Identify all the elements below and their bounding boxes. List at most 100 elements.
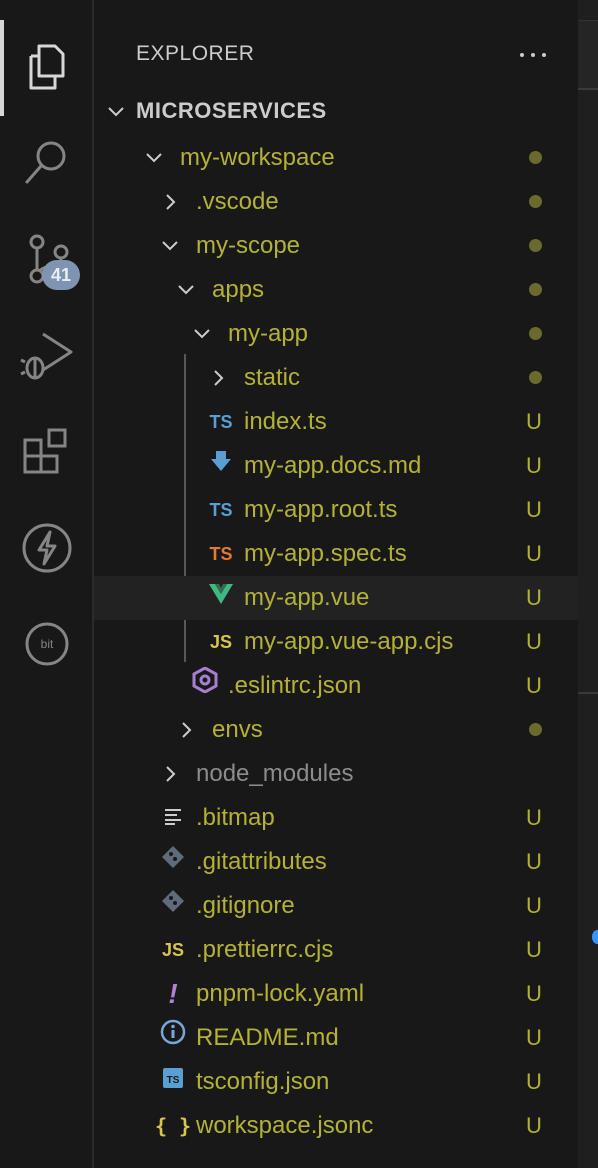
- tree-item-label: my-app.vue-app.cjs: [244, 628, 454, 655]
- explorer-sidebar: EXPLORER MICROSERVICES my-workspace .vsco…: [94, 0, 578, 1168]
- chevron-right-icon[interactable]: [174, 718, 198, 742]
- git-status-badge: U: [526, 453, 542, 478]
- modified-indicator-dot: [529, 239, 542, 252]
- tree-item-label: .gitignore: [196, 892, 295, 919]
- tree-file-row[interactable]: TS index.ts U: [94, 400, 578, 444]
- git-status-badge: U: [526, 629, 542, 654]
- tree-item-label: .prettierrc.cjs: [196, 936, 334, 963]
- tree-item-label: my-workspace: [180, 144, 335, 171]
- modified-indicator-dot: [529, 195, 542, 208]
- info-icon: [160, 1016, 186, 1060]
- more-actions-icon[interactable]: [518, 46, 548, 64]
- tree-item-label: .vscode: [196, 188, 279, 215]
- tree-folder-row[interactable]: my-scope: [94, 224, 578, 268]
- explorer-title: EXPLORER: [136, 42, 255, 65]
- git-icon: [160, 884, 186, 928]
- git-status-badge: U: [526, 981, 542, 1006]
- modified-indicator-dot: [529, 371, 542, 384]
- tree-item-label: my-app.root.ts: [244, 496, 398, 523]
- git-status-badge: U: [526, 937, 542, 962]
- svg-text:bit: bit: [41, 637, 54, 651]
- chevron-right-icon[interactable]: [158, 190, 182, 214]
- tree-file-row[interactable]: .gitignore U: [94, 884, 578, 928]
- tree-item-label: .gitattributes: [196, 848, 327, 875]
- tree-file-row[interactable]: { } workspace.jsonc U: [94, 1104, 578, 1148]
- tree-item-label: node_modules: [196, 760, 354, 787]
- lines-icon: [160, 796, 186, 840]
- tree-item-label: my-app.spec.ts: [244, 540, 407, 567]
- chevron-right-icon[interactable]: [158, 762, 182, 786]
- tree-file-row[interactable]: TS my-app.spec.ts U: [94, 532, 578, 576]
- tree-item-label: workspace.jsonc: [196, 1112, 374, 1139]
- tree-item-label: README.md: [196, 1024, 339, 1051]
- tree-file-row[interactable]: JS my-app.vue-app.cjs U: [94, 620, 578, 664]
- git-icon: [160, 840, 186, 884]
- markdown-download-icon: [208, 444, 234, 488]
- tree-item-label: pnpm-lock.yaml: [196, 980, 365, 1007]
- chevron-down-icon[interactable]: [174, 278, 198, 302]
- tree-file-row[interactable]: .eslintrc.json U: [94, 664, 578, 708]
- tree-folder-row[interactable]: apps: [94, 268, 578, 312]
- tree-item-label: static: [244, 364, 301, 391]
- extensions-icon[interactable]: [19, 424, 75, 480]
- javascript-icon: JS: [161, 940, 185, 960]
- git-status-badge: U: [526, 893, 542, 918]
- tree-folder-row[interactable]: node_modules: [94, 752, 578, 796]
- run-debug-icon[interactable]: [19, 326, 75, 382]
- tree-file-row[interactable]: TS tsconfig.json U: [94, 1060, 578, 1104]
- chevron-down-icon[interactable]: [190, 322, 214, 346]
- tree-item-label: .bitmap: [196, 804, 275, 831]
- tree-file-row[interactable]: ! pnpm-lock.yaml U: [94, 972, 578, 1016]
- tree-folder-row[interactable]: envs: [94, 708, 578, 752]
- tree-file-row[interactable]: README.md U: [94, 1016, 578, 1060]
- tree-file-row[interactable]: TS my-app.root.ts U: [94, 488, 578, 532]
- editor-divider: [578, 88, 598, 90]
- activity-bar: 41 bit: [0, 0, 94, 1168]
- tree-file-row[interactable]: my-app.docs.md U: [94, 444, 578, 488]
- git-status-badge: U: [526, 541, 542, 566]
- tree-file-row[interactable]: .gitattributes U: [94, 840, 578, 884]
- chevron-down-icon[interactable]: [104, 100, 128, 124]
- git-status-badge: U: [526, 585, 542, 610]
- search-icon[interactable]: [19, 134, 75, 190]
- typescript-icon: TS: [209, 500, 233, 520]
- tree-item-label: my-app.vue: [244, 584, 370, 611]
- javascript-icon: JS: [209, 632, 233, 652]
- tree-file-row[interactable]: .bitmap U: [94, 796, 578, 840]
- tree-item-label: tsconfig.json: [196, 1068, 330, 1095]
- chevron-right-icon[interactable]: [206, 366, 230, 390]
- lightning-icon[interactable]: [19, 520, 75, 576]
- eslint-icon: [192, 664, 218, 708]
- json-icon: { }: [154, 1114, 192, 1138]
- workspace-section-title[interactable]: MICROSERVICES: [136, 98, 327, 124]
- tsconfig-icon: TS: [160, 1060, 186, 1104]
- chevron-down-icon[interactable]: [142, 146, 166, 170]
- source-control-badge: 41: [42, 260, 80, 290]
- chevron-down-icon[interactable]: [158, 234, 182, 258]
- bit-icon[interactable]: bit: [19, 616, 75, 672]
- modified-indicator-dot: [529, 327, 542, 340]
- tree-folder-row[interactable]: my-workspace: [94, 136, 578, 180]
- git-status-badge: U: [526, 1025, 542, 1050]
- editor-area: [578, 0, 598, 1168]
- tree-file-row[interactable]: JS .prettierrc.cjs U: [94, 928, 578, 972]
- tree-folder-row[interactable]: .vscode: [94, 180, 578, 224]
- vue-icon: [208, 576, 234, 620]
- explorer-icon[interactable]: [19, 38, 75, 94]
- typescript-test-icon: TS: [209, 544, 233, 564]
- tree-file-row[interactable]: my-app.vue U: [94, 576, 578, 620]
- editor-tab-strip: [578, 20, 598, 89]
- active-indicator: [0, 20, 4, 116]
- tree-item-label: apps: [212, 276, 265, 303]
- typescript-icon: TS: [209, 412, 233, 432]
- modified-indicator-dot: [529, 723, 542, 736]
- git-status-badge: U: [526, 1069, 542, 1094]
- git-status-badge: U: [526, 849, 542, 874]
- git-status-badge: U: [526, 497, 542, 522]
- tree-folder-row[interactable]: my-app: [94, 312, 578, 356]
- yaml-icon: !: [168, 978, 178, 1009]
- tree-folder-row[interactable]: static: [94, 356, 578, 400]
- git-status-badge: U: [526, 1113, 542, 1138]
- git-status-badge: U: [526, 805, 542, 830]
- modified-indicator-dot: [529, 151, 542, 164]
